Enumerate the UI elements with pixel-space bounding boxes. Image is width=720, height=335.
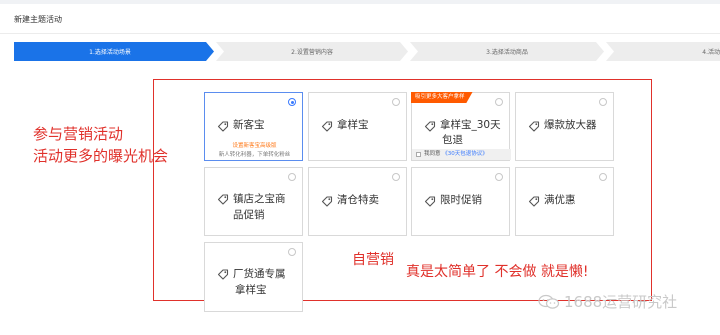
radio-button[interactable] <box>392 98 400 106</box>
annotation-side-line2: 活动更多的曝光机会 <box>33 147 169 165</box>
card-label-line1: 镇店之宝商 <box>233 193 286 205</box>
tag-icon <box>321 121 333 132</box>
card-label: 新客宝 <box>233 119 265 131</box>
scene-card-baokuan[interactable]: 爆款放大器 <box>515 92 614 161</box>
scene-card-xianshi[interactable]: 限时促销 <box>411 167 510 236</box>
scene-card-nayangbao[interactable]: 拿样宝 <box>308 92 407 161</box>
header-divider <box>0 33 720 34</box>
tag-icon <box>217 269 229 280</box>
radio-button[interactable] <box>288 98 296 106</box>
radio-button[interactable] <box>495 98 503 106</box>
card-label-line1: 拿样宝_30天 <box>440 119 501 131</box>
card-label: 限时促销 <box>440 194 482 206</box>
annotation-comment: 真是太简单了 不会做 就是懒! <box>406 264 589 280</box>
agree-text: 我同意 <box>424 151 441 157</box>
radio-button[interactable] <box>599 98 607 106</box>
tag-icon <box>217 121 229 132</box>
tag-icon <box>424 196 436 207</box>
agree-row: 我同意 《30天包退协议》 <box>412 149 511 160</box>
scene-card-changhuotong[interactable]: 厂货通专属 拿样宝 <box>204 242 303 312</box>
scene-card-xinkebao[interactable]: 新客宝 设置新客宝高级版 新人转化利器，下单转化粉丝 <box>204 92 303 161</box>
step-progress: 1.选择活动场景 2.设置营销内容 3.选择活动商品 4.活动 <box>14 42 720 61</box>
tag-icon <box>217 194 229 205</box>
top-bar <box>0 0 720 4</box>
tag-icon <box>528 196 540 207</box>
watermark-text: 1688运营研究社 <box>564 293 678 311</box>
card-label: 清仓特卖 <box>337 194 379 206</box>
card-note: 新人转化利器，下单转化粉丝 <box>218 152 291 158</box>
radio-button[interactable] <box>599 173 607 181</box>
scene-card-nayangbao-30[interactable]: 吸引更多大客户拿样 拿样宝_30天 包退 我同意 《30天包退协议》 <box>411 92 511 161</box>
step-1[interactable]: 1.选择活动场景 <box>14 42 206 61</box>
step-4[interactable]: 4.活动 <box>614 42 720 61</box>
step-2[interactable]: 2.设置营销内容 <box>224 42 400 61</box>
annotation-side-line1: 参与营销活动 <box>33 125 124 143</box>
radio-button[interactable] <box>392 173 400 181</box>
agree-checkbox[interactable] <box>416 152 421 157</box>
card-label: 爆款放大器 <box>544 119 597 131</box>
upgrade-link[interactable]: 设置新客宝高级版 <box>205 141 304 149</box>
tag-icon <box>424 121 436 132</box>
tag-icon <box>528 121 540 132</box>
card-label-line2: 品促销 <box>233 209 265 221</box>
card-label-line2: 包退 <box>442 134 463 146</box>
page-title: 新建主题活动 <box>14 15 62 24</box>
promo-ribbon: 吸引更多大客户拿样 <box>411 92 473 103</box>
radio-button[interactable] <box>288 173 296 181</box>
scene-card-manyouhui[interactable]: 满优惠 <box>515 167 614 236</box>
scene-card-qingcang[interactable]: 清仓特卖 <box>308 167 407 236</box>
scene-card-zhendian[interactable]: 镇店之宝商 品促销 <box>204 167 303 236</box>
card-label: 拿样宝 <box>337 119 369 131</box>
radio-button[interactable] <box>288 248 296 256</box>
tag-icon <box>321 196 333 207</box>
card-label-line2: 拿样宝 <box>235 284 267 296</box>
card-label-line1: 厂货通专属 <box>233 268 286 280</box>
watermark: 1688运营研究社 <box>538 291 677 312</box>
step-3[interactable]: 3.选择活动商品 <box>418 42 596 61</box>
radio-button[interactable] <box>495 173 503 181</box>
annotation-self-marketing: 自营销 <box>352 252 394 268</box>
wechat-icon <box>538 294 560 309</box>
card-label: 满优惠 <box>544 194 576 206</box>
agreement-link[interactable]: 《30天包退协议》 <box>442 151 488 157</box>
